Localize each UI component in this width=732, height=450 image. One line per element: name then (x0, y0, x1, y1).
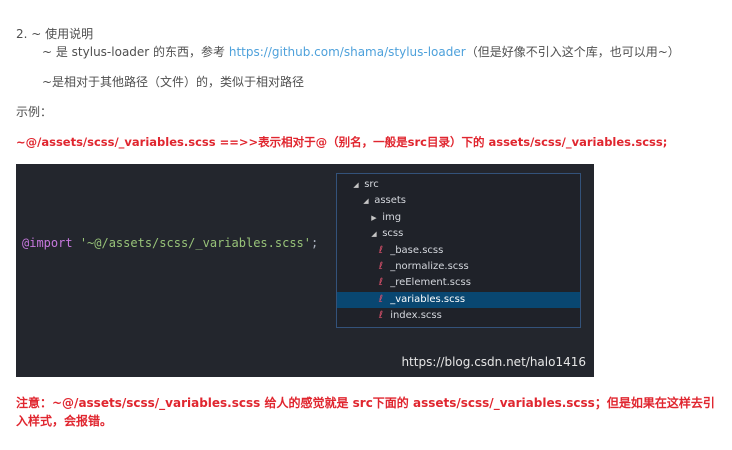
notice-paragraph: 注意：~@/assets/scss/_variables.scss 给人的感觉就… (16, 396, 715, 428)
code-screenshot: @import '~@/assets/scss/_variables.scss'… (16, 164, 594, 377)
tree-item-base-scss[interactable]: ℓ _base.scss (337, 243, 580, 259)
example-label: 示例： (16, 105, 53, 119)
file-explorer-tree: ◢ src ◢ assets ▶ img ◢ scss ℓ _base.scss… (336, 173, 581, 328)
sass-file-icon: ℓ (378, 310, 384, 321)
stylus-loader-link[interactable]: https://github.com/shama/stylus-loader (229, 45, 466, 59)
triangle-down-icon: ◢ (371, 230, 377, 238)
tree-item-label: img (382, 212, 402, 223)
tree-item-src[interactable]: ◢ src (337, 177, 580, 193)
tree-item-label: scss (382, 228, 404, 239)
triangle-down-icon: ◢ (363, 197, 369, 205)
tree-item-normalize-scss[interactable]: ℓ _normalize.scss (337, 259, 580, 275)
tree-item-assets[interactable]: ◢ assets (337, 193, 580, 209)
tree-item-index-scss[interactable]: ℓ index.scss (337, 308, 580, 324)
sass-file-icon: ℓ (378, 277, 384, 288)
tree-item-label: _base.scss (390, 245, 444, 256)
tree-item-label: index.scss (390, 310, 442, 321)
tree-item-label: src (364, 179, 379, 190)
import-semicolon: ; (311, 236, 319, 250)
example-line: ~@/assets/scss/_variables.scss ==>>表示相对于… (16, 135, 668, 149)
sass-file-icon: ℓ (378, 261, 384, 272)
import-path-string: '~@/assets/scss/_variables.scss' (79, 236, 311, 250)
tree-item-variables-scss[interactable]: ℓ _variables.scss (337, 292, 580, 308)
sass-file-icon: ℓ (378, 294, 384, 305)
triangle-down-icon: ◢ (353, 181, 359, 189)
import-statement: @import '~@/assets/scss/_variables.scss'… (22, 236, 318, 250)
tree-item-label: assets (374, 195, 407, 206)
sass-file-icon: ℓ (378, 245, 384, 256)
instructions-line-2: ~是相对于其他路径（文件）的，类似于相对路径 (42, 75, 305, 89)
tree-item-reelement-scss[interactable]: ℓ _reElement.scss (337, 275, 580, 291)
import-keyword: @import (22, 236, 73, 250)
line-1-prefix: ~ 是 stylus-loader 的东西，参考 (42, 45, 229, 59)
tree-item-scss[interactable]: ◢ scss (337, 226, 580, 242)
instructions-heading: 2. ~ 使用说明 (16, 27, 94, 41)
line-1-suffix: （但是好像不引入这个库，也可以用~） (465, 45, 680, 59)
instructions-line-1: ~ 是 stylus-loader 的东西，参考 https://github.… (42, 44, 680, 60)
tree-item-label: _reElement.scss (390, 277, 471, 288)
tree-item-label: _normalize.scss (390, 261, 469, 272)
watermark: https://blog.csdn.net/halo1416 (401, 355, 586, 369)
tree-item-img[interactable]: ▶ img (337, 210, 580, 226)
tree-item-label: _variables.scss (390, 294, 466, 305)
triangle-right-icon: ▶ (371, 214, 377, 222)
